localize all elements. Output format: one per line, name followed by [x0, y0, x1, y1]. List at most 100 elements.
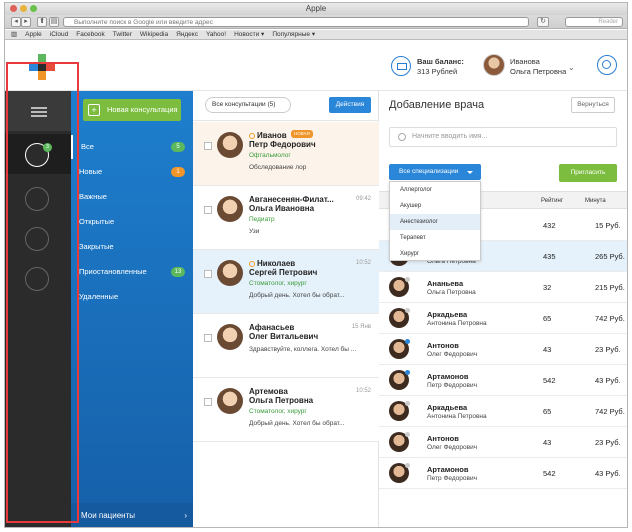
consultations-select[interactable]: Все консультации (5)	[205, 97, 291, 113]
filter-sidebar: + Новая консультация Все 5 Новые 1 Важные О…	[71, 91, 193, 527]
bookmarks-icon[interactable]: ▤	[49, 17, 59, 27]
avatar	[217, 388, 243, 414]
new-consultation-button[interactable]: + Новая консультация	[83, 99, 181, 121]
row-checkbox[interactable]	[204, 142, 212, 150]
balance-label: Ваш баланс:	[417, 57, 464, 66]
menu-item[interactable]: Аллерголог	[390, 182, 480, 198]
browser-window: Apple ◂ ▸ ⬆ ▤ Выполните поиск в Google и…	[4, 2, 628, 528]
forward-button[interactable]: ▸	[21, 17, 31, 27]
bookmark-item[interactable]: Популярные ▾	[272, 30, 315, 39]
user-first-name: Иванова	[510, 57, 540, 66]
filter-all[interactable]: Все 5	[71, 135, 193, 159]
return-button[interactable]: Вернуться	[571, 97, 615, 113]
avatar	[217, 260, 243, 286]
row-checkbox[interactable]	[204, 270, 212, 278]
filter-open[interactable]: Открытые	[71, 210, 193, 234]
logo-icon[interactable]	[29, 54, 55, 80]
table-row[interactable]: Антонов Олег Федорович 43 23 Руб.	[379, 334, 627, 365]
address-bar[interactable]: Выполните поиск в Google или введите адр…	[63, 17, 529, 27]
bookmark-item[interactable]: Facebook	[76, 30, 105, 39]
filter-important[interactable]: Важные	[71, 185, 193, 209]
user-name[interactable]: Иванова Ольга Петровна	[510, 57, 566, 77]
list-item[interactable]: Иванов НОВАЯ Петр Федорович Офтальмолог О…	[193, 122, 379, 186]
price-value: 23 Руб.	[595, 345, 621, 354]
minimize-window-button[interactable]	[20, 5, 27, 12]
my-patients-button[interactable]: Мои пациенты ›	[71, 503, 193, 527]
rating-value: 32	[543, 283, 552, 292]
reader-button[interactable]: Reader	[565, 17, 623, 27]
close-window-button[interactable]	[10, 5, 17, 12]
filter-paused[interactable]: Приостановленные 13	[71, 260, 193, 284]
reload-button[interactable]: ↻	[537, 17, 549, 27]
rating-value: 65	[543, 314, 552, 323]
message-preview: Обследование лор	[249, 164, 307, 171]
specialty-tag: Стоматолог, хирург	[249, 280, 307, 287]
rating-value: 43	[543, 345, 552, 354]
actions-button[interactable]: Действия	[329, 97, 371, 113]
row-checkbox[interactable]	[204, 206, 212, 214]
doctor-surname: Артамонов	[427, 465, 469, 474]
list-item[interactable]: Николаев Сергей Петрович 10:52 Стоматоло…	[193, 250, 379, 314]
doctor-search-input[interactable]: Начните вводить имя...	[389, 127, 617, 147]
avatar	[217, 196, 243, 222]
back-button[interactable]: ◂	[11, 17, 21, 27]
bookmark-item[interactable]: Apple	[25, 30, 42, 39]
menu-item[interactable]: Акушер	[390, 198, 480, 214]
documents-icon[interactable]	[25, 267, 49, 291]
bookmark-item[interactable]: Новости ▾	[234, 30, 264, 39]
profile-icon[interactable]	[25, 187, 49, 211]
table-row[interactable]: Артамонов Петр Федорович 542 43 Руб.	[379, 365, 627, 396]
rating-value: 542	[543, 469, 556, 478]
bookmark-item[interactable]: Yahoo!	[206, 30, 226, 39]
bookmarks-grid-icon[interactable]: ▥	[11, 30, 17, 39]
price-value: 265 Руб.	[595, 252, 625, 261]
table-row[interactable]: Аркадьева Антонина Петровна 65 742 Руб.	[379, 303, 627, 334]
avatar[interactable]	[483, 54, 505, 76]
name-line-2: Ольга Ивановна	[249, 204, 315, 213]
search-icon[interactable]	[597, 55, 617, 75]
price-value: 43 Руб.	[595, 376, 621, 385]
zoom-window-button[interactable]	[30, 5, 37, 12]
calendar-icon[interactable]	[25, 227, 49, 251]
filter-label: Важные	[79, 192, 107, 201]
list-item[interactable]: Авганесенян-Филат... Ольга Ивановна 09:4…	[193, 186, 379, 250]
bookmark-item[interactable]: iCloud	[50, 30, 68, 39]
row-checkbox[interactable]	[204, 334, 212, 342]
table-row[interactable]: Ананьева Ольга Петровна 32 215 Руб.	[379, 272, 627, 303]
message-preview: Добрый день. Хотел бы обрат...	[249, 292, 345, 299]
bookmark-item[interactable]: Яндекс	[176, 30, 198, 39]
col-rating[interactable]: Рейтинг	[541, 192, 563, 210]
table-row[interactable]: Антонов Олег Федорович 43 23 Руб.	[379, 427, 627, 458]
price-value: 43 Руб.	[595, 469, 621, 478]
name-line-1: Иванов	[257, 131, 287, 140]
share-icon[interactable]: ⬆	[37, 17, 47, 27]
row-checkbox[interactable]	[204, 398, 212, 406]
bookmarks-bar: ▥ Apple iCloud Facebook Twitter Wikipedi…	[5, 30, 627, 40]
specialization-dropdown[interactable]: Все специализации	[389, 164, 481, 180]
col-minute[interactable]: Минута	[585, 192, 606, 210]
filter-label: Новые	[79, 167, 103, 176]
table-row[interactable]: Артамонов Петр Федорович 542 43 Руб.	[379, 458, 627, 489]
list-item[interactable]: Артемова Ольга Петровна 10:52 Стоматолог…	[193, 378, 379, 442]
filter-new[interactable]: Новые 1	[71, 160, 193, 184]
avatar	[217, 132, 243, 158]
name-line-1: Николаев	[257, 259, 296, 268]
filter-deleted[interactable]: Удаленные	[71, 285, 193, 309]
bookmark-item[interactable]: Wikipedia	[140, 30, 168, 39]
filter-closed[interactable]: Закрытые	[71, 235, 193, 259]
menu-item[interactable]: Анестезиолог	[390, 214, 480, 230]
bookmark-item[interactable]: Twitter	[113, 30, 132, 39]
invite-button[interactable]: Пригласить	[559, 164, 617, 182]
menu-item[interactable]: Терапевт	[390, 230, 480, 246]
chevron-down-icon[interactable]: ⌄	[568, 63, 575, 72]
specialty-tag: Педиатр	[249, 216, 275, 223]
table-row[interactable]: Аркадьева Антонина Петровна 65 742 Руб.	[379, 396, 627, 427]
app-header: Ваш баланс: 313 Рублей Иванова Ольга Пет…	[5, 41, 627, 91]
hamburger-menu-button[interactable]	[5, 91, 71, 131]
rating-value: 65	[543, 407, 552, 416]
doctor-name: Антонина Петровна	[427, 413, 487, 420]
menu-item[interactable]: Хирург	[390, 246, 480, 262]
balance-wallet-icon[interactable]	[391, 56, 411, 76]
list-item[interactable]: Афанасьев Олег Витальевич 15 Янв Здравст…	[193, 314, 379, 378]
chevron-right-icon: ›	[184, 511, 187, 520]
